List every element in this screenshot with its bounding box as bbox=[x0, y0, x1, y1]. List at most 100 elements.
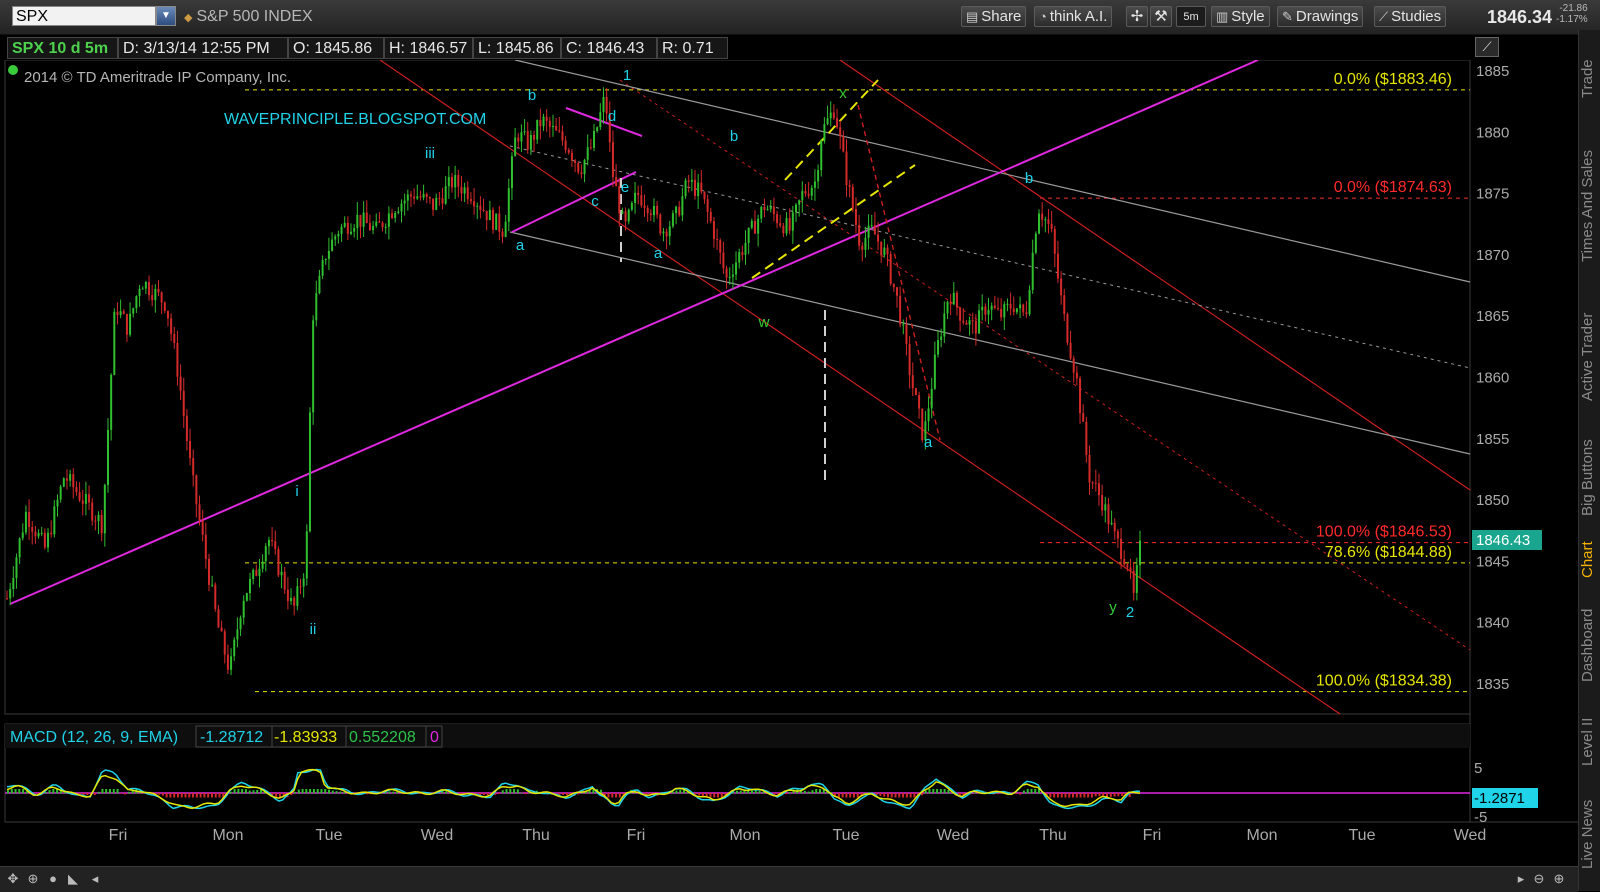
candle-body bbox=[230, 656, 233, 670]
tab-times-and-sales[interactable]: Times And Sales bbox=[1579, 122, 1600, 290]
macd-histogram-bar bbox=[256, 789, 259, 794]
candle-body bbox=[479, 205, 482, 210]
studies-button[interactable]: ⟋ Studies bbox=[1374, 6, 1447, 27]
macd-histogram-bar bbox=[116, 789, 119, 794]
y-tick-label: 1865 bbox=[1476, 308, 1509, 325]
macd-histogram-bar bbox=[524, 793, 527, 795]
candle-body bbox=[432, 198, 435, 210]
share-button[interactable]: ▤ Share bbox=[961, 6, 1027, 27]
candle-body bbox=[94, 520, 97, 522]
candle-body bbox=[895, 287, 898, 296]
candle-body bbox=[88, 494, 91, 503]
candle-body bbox=[1009, 303, 1012, 309]
candle-body bbox=[1060, 278, 1063, 296]
macd-histogram-bar bbox=[932, 789, 935, 794]
candle-body bbox=[428, 197, 431, 199]
chart-panel-icon[interactable]: ⟋ bbox=[1475, 37, 1499, 57]
candle-body bbox=[836, 118, 839, 128]
settings-button[interactable]: ⚒ bbox=[1150, 6, 1172, 27]
macd-histogram-bar bbox=[509, 789, 512, 794]
magnifier-icon[interactable]: ● bbox=[44, 871, 62, 887]
style-button[interactable]: ▥ Style bbox=[1211, 6, 1270, 27]
candle-body bbox=[1101, 495, 1104, 511]
candle-body bbox=[185, 415, 188, 442]
candle-body bbox=[801, 191, 804, 201]
zoom-tool-button[interactable]: ✢ bbox=[1126, 6, 1148, 27]
macd-histogram-bar bbox=[388, 791, 391, 794]
macd-histogram-bar bbox=[22, 789, 25, 794]
price-change: -21.86 -1.17% bbox=[1556, 3, 1588, 25]
wave-label: iii bbox=[425, 145, 435, 162]
x-tick-label: Fri bbox=[1143, 827, 1162, 844]
tab-live-news[interactable]: Live News bbox=[1579, 786, 1600, 882]
wave-label: 2 bbox=[1126, 604, 1134, 621]
macd-axis-top: 5 bbox=[1474, 760, 1482, 777]
drawing-tool-icon[interactable]: ◣ bbox=[64, 871, 82, 887]
candle-body bbox=[678, 206, 681, 216]
macd-histogram-bar bbox=[1121, 793, 1124, 796]
scroll-left-icon[interactable]: ◂ bbox=[86, 871, 104, 887]
macd-histogram-bar bbox=[709, 793, 712, 798]
candle-body bbox=[400, 203, 403, 212]
tab-trade[interactable]: Trade bbox=[1579, 40, 1600, 118]
zoom-in-icon[interactable]: ⊕ bbox=[24, 871, 42, 887]
candle-body bbox=[675, 206, 678, 214]
tab-chart[interactable]: Chart bbox=[1579, 535, 1600, 585]
candle-body bbox=[930, 388, 933, 409]
drawings-button[interactable]: ✎ Drawings bbox=[1277, 6, 1364, 27]
y-tick-label: 1835 bbox=[1476, 676, 1509, 693]
tab-level-ii[interactable]: Level II bbox=[1579, 702, 1600, 782]
candle-body bbox=[346, 222, 349, 234]
macd-histogram-bar bbox=[124, 793, 127, 795]
price-chart[interactable]: 0.0% ($1883.46) 0.0% ($1874.63) 100.0% ($1… bbox=[0, 60, 1578, 866]
macd-histogram-bar bbox=[10, 789, 13, 794]
x-tick-label: Thu bbox=[1039, 827, 1067, 844]
tab-active-trader[interactable]: Active Trader bbox=[1579, 292, 1600, 422]
candle-body bbox=[416, 196, 419, 199]
candle-body bbox=[722, 252, 725, 269]
candle-body bbox=[148, 281, 151, 296]
bar-high: H: 1846.57 bbox=[384, 37, 473, 59]
candle-body bbox=[492, 209, 495, 230]
y-tick-label: 1875 bbox=[1476, 186, 1509, 203]
macd-histogram-bar bbox=[218, 793, 221, 798]
tab-big-buttons[interactable]: Big Buttons bbox=[1579, 424, 1600, 532]
candle-body bbox=[110, 374, 113, 430]
macd-histogram-bar bbox=[924, 790, 927, 794]
candle-body bbox=[157, 288, 160, 293]
candle-body bbox=[1031, 252, 1034, 290]
candle-body bbox=[1107, 504, 1110, 525]
tab-dashboard[interactable]: Dashboard bbox=[1579, 592, 1600, 698]
macd-histogram-bar bbox=[1034, 789, 1037, 794]
candle-body bbox=[504, 221, 507, 237]
red-channel-mid bbox=[619, 79, 1471, 651]
pan-icon[interactable]: ✥ bbox=[4, 871, 22, 887]
candle-body bbox=[646, 207, 649, 214]
zoom-reset-icon[interactable]: ⊕ bbox=[1550, 871, 1568, 887]
candle-body bbox=[223, 631, 226, 655]
candle-body bbox=[337, 233, 340, 237]
macd-histogram-bar bbox=[392, 791, 395, 794]
symbol-input[interactable]: SPX bbox=[12, 6, 156, 26]
zoom-out-icon[interactable]: ⊖ bbox=[1530, 871, 1548, 887]
macd-histogram-bar bbox=[883, 793, 886, 797]
scroll-right-icon[interactable]: ▸ bbox=[1512, 871, 1530, 887]
macd-histogram-bar bbox=[252, 790, 255, 794]
candle-body bbox=[125, 313, 128, 335]
candle-body bbox=[226, 654, 229, 670]
candle-body bbox=[173, 333, 176, 343]
candle-body bbox=[990, 305, 993, 310]
candle-body bbox=[473, 201, 476, 207]
wave-label: b bbox=[528, 87, 536, 104]
candle-body bbox=[1015, 308, 1018, 313]
candle-body bbox=[21, 532, 24, 539]
symbol-dropdown-icon[interactable]: ▼ bbox=[156, 6, 176, 26]
candle-body bbox=[526, 131, 529, 150]
think-ai-button[interactable]: ◔ think A.I. bbox=[1034, 6, 1113, 27]
timeframe-button[interactable]: 5m bbox=[1176, 6, 1206, 27]
macd-histogram-bar bbox=[1060, 793, 1063, 798]
macd-histogram-bar bbox=[1094, 793, 1097, 797]
macd-histogram-bar bbox=[294, 792, 297, 794]
macd-histogram-bar bbox=[841, 793, 844, 798]
candle-body bbox=[804, 191, 807, 194]
